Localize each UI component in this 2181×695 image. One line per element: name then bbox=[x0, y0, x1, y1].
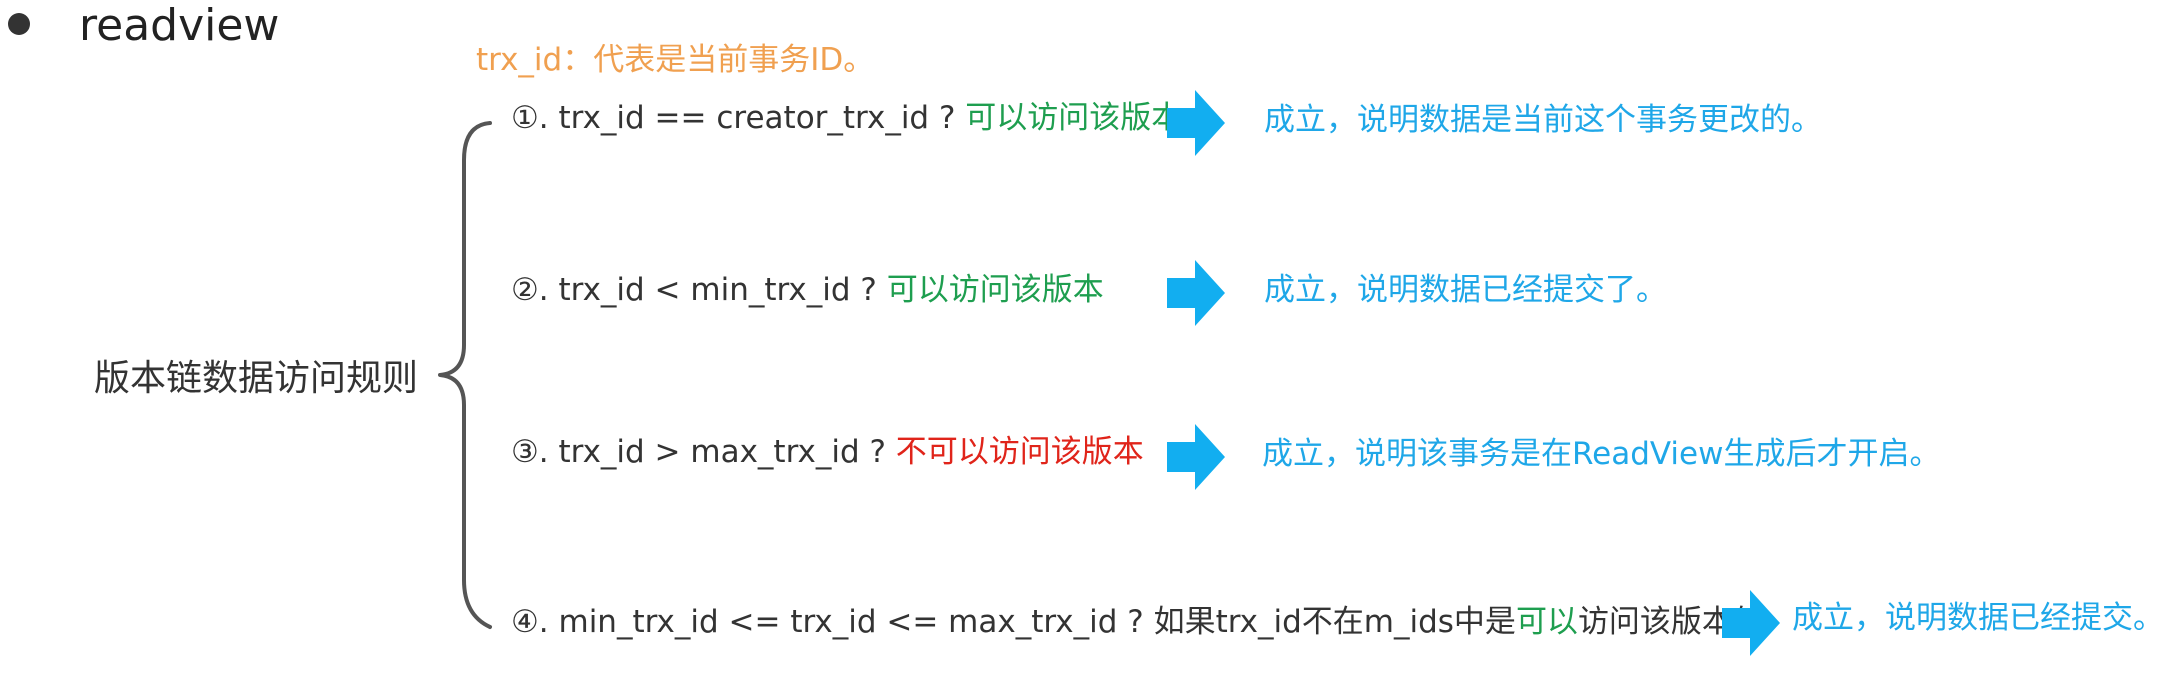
rule-3-result: 成立，说明该事务是在ReadView生成后才开启。 bbox=[1262, 436, 1941, 472]
rule-2-result: 成立，说明数据已经提交了。 bbox=[1264, 272, 1667, 308]
rule-1-condition: ①. trx_id == creator_trx_id ? bbox=[511, 100, 966, 136]
trx-id-legend: trx_id：代表是当前事务ID。 bbox=[476, 42, 875, 78]
root-label: 版本链数据访问规则 bbox=[94, 358, 419, 399]
rule-4-condition: ④. min_trx_id <= trx_id <= max_trx_id ? … bbox=[511, 604, 1516, 640]
rule-4-verdict: 可以 bbox=[1515, 604, 1578, 640]
bullet-dot bbox=[8, 13, 30, 35]
rule-2: ②. trx_id < min_trx_id ? 可以访问该版本 bbox=[511, 268, 1104, 312]
right-arrow-icon bbox=[1167, 260, 1225, 326]
rule-1-verdict: 可以访问该版本 bbox=[965, 100, 1183, 136]
rule-2-verdict: 可以访问该版本 bbox=[886, 272, 1104, 308]
rule-3-verdict: 不可以访问该版本 bbox=[895, 434, 1144, 470]
rule-4: ④. min_trx_id <= trx_id <= max_trx_id ? … bbox=[511, 600, 1764, 644]
rule-1-result: 成立，说明数据是当前这个事务更改的。 bbox=[1264, 102, 1822, 138]
right-arrow-icon bbox=[1167, 424, 1225, 490]
curly-brace-connector bbox=[438, 121, 492, 629]
rule-3-condition: ③. trx_id > max_trx_id ? bbox=[511, 434, 896, 470]
right-arrow-icon bbox=[1722, 590, 1780, 656]
right-arrow-icon bbox=[1167, 90, 1225, 156]
rule-4-result: 成立，说明数据已经提交。 bbox=[1792, 600, 2164, 636]
page-title: readview bbox=[79, 0, 280, 51]
rule-2-condition: ②. trx_id < min_trx_id ? bbox=[511, 272, 887, 308]
rule-3: ③. trx_id > max_trx_id ? 不可以访问该版本 bbox=[511, 430, 1144, 474]
rule-1: ①. trx_id == creator_trx_id ? 可以访问该版本 bbox=[511, 96, 1182, 140]
